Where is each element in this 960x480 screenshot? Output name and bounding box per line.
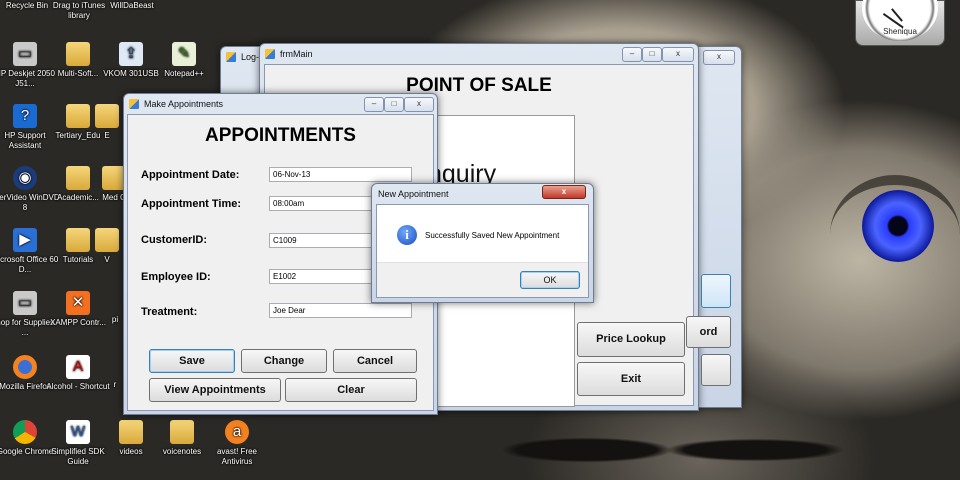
- usb-icon: ⇪: [119, 42, 143, 66]
- desktop-icon-notepadpp[interactable]: ✎ Notepad++: [149, 42, 219, 79]
- dialog-title: New Appointment: [378, 189, 449, 199]
- desktop-icon-label: Recycle Bin: [5, 1, 49, 10]
- folder-icon: [66, 104, 90, 128]
- desktop-icon-label: pi: [111, 315, 119, 324]
- desktop-icon-label: Notepad++: [164, 69, 204, 78]
- desktop-icon-label: HP Support Assistant: [4, 131, 46, 150]
- treatment-field[interactable]: Joe Dear: [269, 303, 412, 318]
- desktop-icon-label: videos: [119, 447, 143, 456]
- main-window-title: frmMain: [280, 49, 313, 59]
- cancel-button[interactable]: Cancel: [333, 349, 417, 373]
- firefox-icon: [13, 355, 37, 379]
- save-button[interactable]: Save: [149, 349, 235, 373]
- clear-button[interactable]: Clear: [285, 378, 417, 402]
- main-side-button[interactable]: [701, 274, 731, 308]
- dialog-button-bar: OK: [377, 262, 588, 297]
- folder-icon: [95, 228, 119, 252]
- desktop-icon-label: avast! Free Antivirus: [216, 447, 257, 466]
- appointments-maximize-button[interactable]: □: [384, 97, 404, 112]
- dialog-client: i Successfully Saved New Appointment OK: [376, 204, 589, 298]
- appointments-window-title: Make Appointments: [144, 99, 224, 109]
- dialog-close-button[interactable]: x: [542, 185, 586, 199]
- dialog-message: Successfully Saved New Appointment: [425, 231, 560, 240]
- main-side-button-2[interactable]: [701, 354, 731, 386]
- app-icon: [226, 52, 236, 62]
- app-icon: [265, 49, 275, 59]
- chrome-icon: [13, 420, 37, 444]
- folder-icon: [170, 420, 194, 444]
- desktop-icon-willdabeast[interactable]: WillDaBeast: [97, 1, 167, 11]
- appointment-date-field[interactable]: 06-Nov-13: [269, 167, 412, 182]
- login-close-button[interactable]: x: [703, 50, 735, 65]
- folder-icon: [66, 228, 90, 252]
- customer-id-label: CustomerID:: [141, 234, 208, 246]
- employee-id-label: Employee ID:: [141, 271, 211, 283]
- desktop-icon-label: r: [113, 380, 117, 389]
- ok-button[interactable]: OK: [520, 271, 580, 289]
- main-maximize-button[interactable]: □: [642, 47, 662, 62]
- desktop-icon-label: Multi-Soft...: [57, 69, 99, 78]
- wallpaper-eyelid: [830, 175, 960, 295]
- notepad-icon: ✎: [172, 42, 196, 66]
- record-button-label: ord: [699, 326, 718, 338]
- folder-icon: [95, 104, 119, 128]
- appointments-minimize-button[interactable]: –: [364, 97, 384, 112]
- appointments-heading: APPOINTMENTS: [205, 125, 356, 146]
- main-minimize-button[interactable]: –: [622, 47, 642, 62]
- desktop-icon-label: V: [104, 255, 110, 264]
- folder-icon: [119, 420, 143, 444]
- desktop-icon-label: WillDaBeast: [110, 1, 154, 10]
- treatment-label: Treatment:: [141, 306, 198, 318]
- login-window-title: Log-i: [241, 52, 262, 62]
- info-icon: i: [397, 225, 417, 245]
- clock-gadget[interactable]: Sheniqua: [855, 0, 945, 46]
- office-icon: ▶: [13, 228, 37, 252]
- dvd-icon: ◉: [13, 166, 37, 190]
- desktop-icon-e[interactable]: E: [92, 104, 122, 141]
- clock-label: Sheniqua: [883, 27, 917, 36]
- desktop-icon-label: E: [104, 131, 110, 140]
- printer-icon: ▭: [13, 291, 37, 315]
- desktop-icon-avast[interactable]: a avast! Free Antivirus: [202, 420, 272, 467]
- desktop-icon-label: Tutorials: [62, 255, 94, 264]
- appointment-time-label: Appointment Time:: [141, 198, 242, 210]
- view-appointments-button[interactable]: View Appointments: [149, 378, 281, 402]
- desktop-icon-v[interactable]: V: [92, 228, 122, 265]
- exit-button[interactable]: Exit: [577, 362, 685, 396]
- printer-icon: ▭: [13, 42, 37, 66]
- main-close-button[interactable]: x: [662, 47, 694, 62]
- folder-icon: [66, 166, 90, 190]
- document-icon: W: [66, 420, 90, 444]
- alcohol-icon: A: [66, 355, 90, 379]
- desktop-icon-label: voicenotes: [162, 447, 202, 456]
- appointments-close-button[interactable]: x: [404, 97, 434, 112]
- price-lookup-button[interactable]: Price Lookup: [577, 322, 685, 357]
- main-record-button[interactable]: ord: [686, 316, 731, 348]
- appointment-date-label: Appointment Date:: [141, 169, 240, 181]
- desktop-icon-label: XAMPP Contr...: [50, 318, 106, 327]
- desktop-icon-label: Academic...: [57, 193, 99, 202]
- hp-icon: ?: [13, 104, 37, 128]
- app-icon: [129, 99, 139, 109]
- avast-icon: a: [225, 420, 249, 444]
- new-appointment-dialog[interactable]: New Appointment x i Successfully Saved N…: [371, 183, 594, 303]
- folder-icon: [66, 42, 90, 66]
- wallpaper-nose: [440, 410, 860, 480]
- xampp-icon: ✕: [66, 291, 90, 315]
- change-button[interactable]: Change: [241, 349, 327, 373]
